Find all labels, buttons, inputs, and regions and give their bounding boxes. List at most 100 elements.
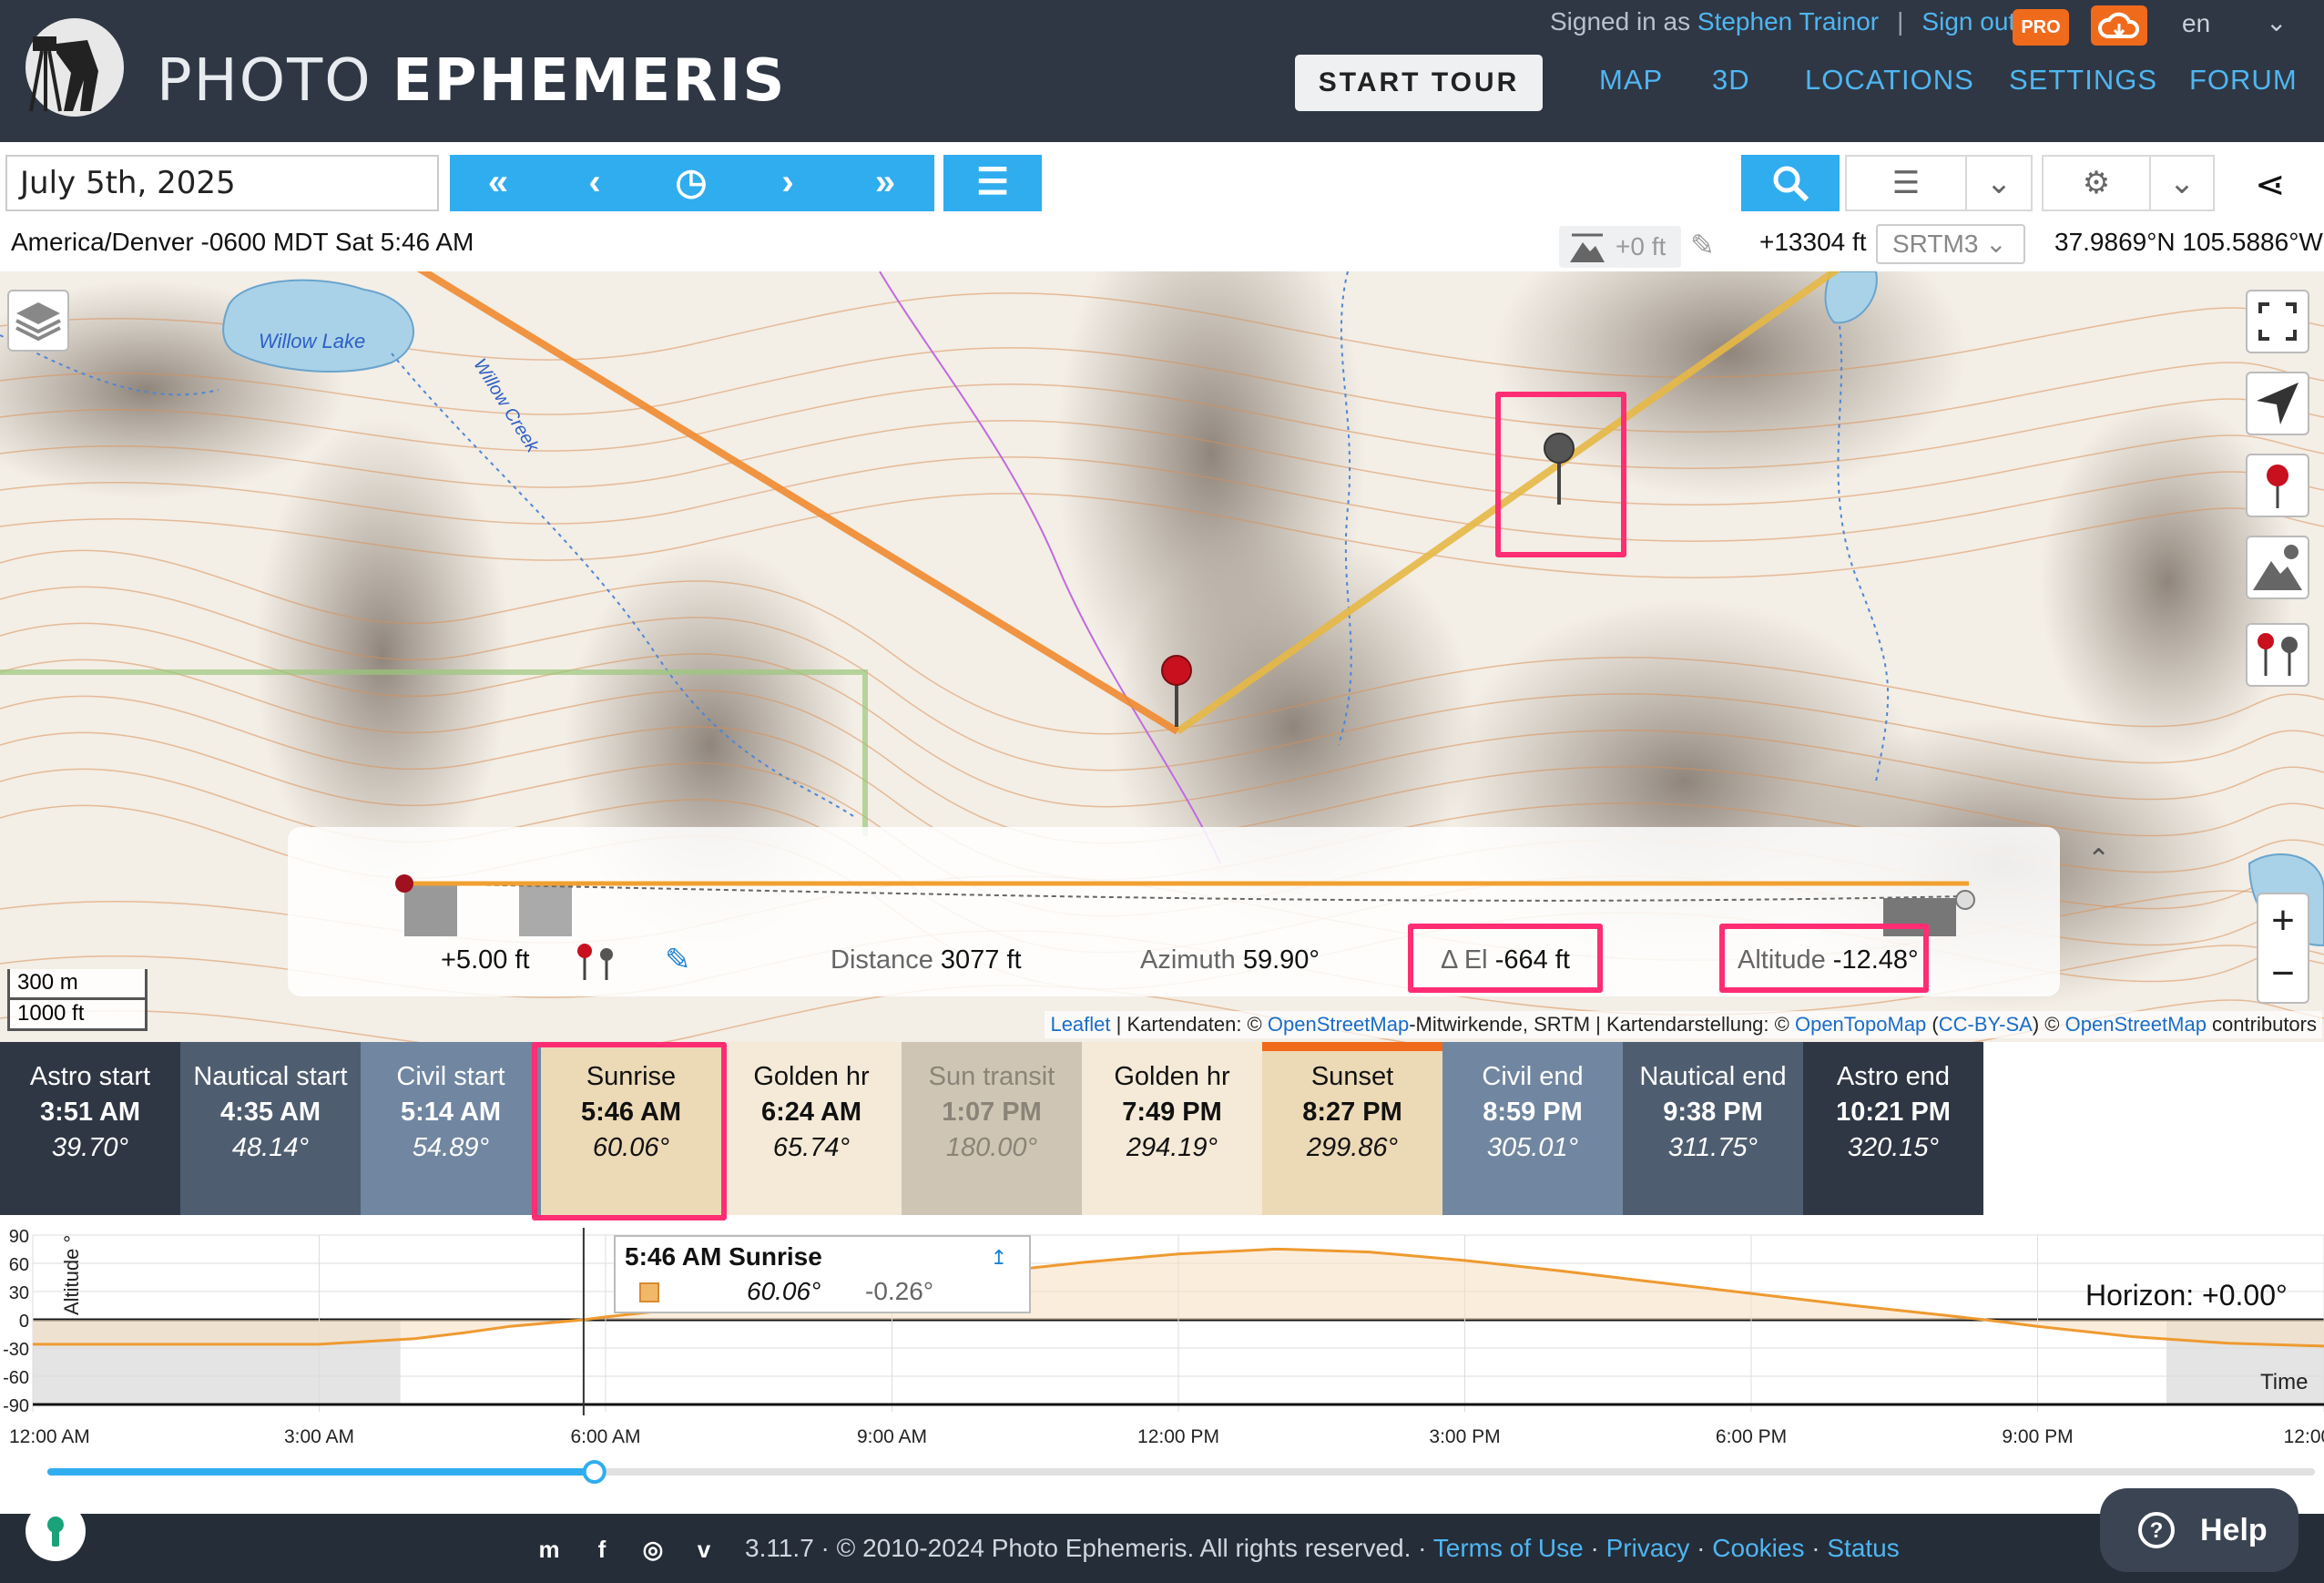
event-name: Astro start bbox=[29, 1062, 151, 1091]
fast-back-icon: « bbox=[487, 162, 509, 202]
chevron-down-icon: ⌄ bbox=[2168, 166, 2196, 200]
chart-tooltip: 5:46 AM Sunrise ↥ 60.06° -0.26° bbox=[614, 1235, 1031, 1313]
terms-link[interactable]: Terms of Use bbox=[1433, 1534, 1584, 1562]
cloud-sync-button[interactable] bbox=[2091, 5, 2147, 46]
fullscreen-button[interactable] bbox=[2246, 290, 2309, 353]
user-name-link[interactable]: Stephen Trainor bbox=[1697, 7, 1879, 36]
edit-profile-icon[interactable]: ✎ bbox=[665, 942, 691, 978]
event-tile-astro-end[interactable]: Astro end 10:21 PM 320.15° bbox=[1803, 1042, 1983, 1215]
layers-dropdown[interactable]: ⌄ bbox=[1965, 155, 2033, 211]
settings-dropdown[interactable]: ⌄ bbox=[2149, 155, 2215, 211]
collapse-profile-icon[interactable]: ⌃ bbox=[2087, 843, 2110, 875]
vimeo-icon[interactable]: v bbox=[688, 1534, 719, 1565]
date-input[interactable]: July 5th, 2025 bbox=[5, 155, 439, 211]
step-back-button[interactable]: ‹ bbox=[546, 155, 643, 211]
osm-contributors-link[interactable]: OpenStreetMap bbox=[2065, 1013, 2207, 1036]
zoom-out-button[interactable]: − bbox=[2258, 947, 2308, 1000]
mountain-pin-tool[interactable] bbox=[2246, 536, 2309, 599]
app-title: PHOTO EPHEMERIS bbox=[157, 47, 787, 115]
tooltip-azimuth: 60.06° bbox=[747, 1277, 821, 1305]
zoom-in-button[interactable]: + bbox=[2258, 894, 2308, 947]
layers-control[interactable] bbox=[7, 290, 69, 352]
event-time: 1:07 PM bbox=[942, 1098, 1042, 1127]
edit-elevation-icon[interactable]: ✎ bbox=[1690, 228, 1715, 262]
lock-button[interactable] bbox=[25, 1501, 86, 1561]
event-name: Golden hr bbox=[753, 1062, 870, 1091]
facebook-icon[interactable]: f bbox=[586, 1534, 617, 1565]
settings-button[interactable]: ⚙ bbox=[2042, 155, 2151, 211]
x-tick-label: 12:00 AM bbox=[2284, 1426, 2324, 1447]
nav-settings[interactable]: SETTINGS bbox=[2009, 64, 2157, 97]
nav-forum[interactable]: FORUM bbox=[2189, 64, 2298, 97]
event-tile-civil-end[interactable]: Civil end 8:59 PM 305.01° bbox=[1442, 1042, 1623, 1215]
event-tile-astro-start[interactable]: Astro start 3:51 AM 39.70° bbox=[0, 1042, 180, 1215]
license-link[interactable]: CC-BY-SA bbox=[1939, 1013, 2033, 1036]
primary-pin-tool[interactable] bbox=[2246, 454, 2309, 517]
event-tile-nautical-start[interactable]: Nautical start 4:35 AM 48.14° bbox=[180, 1042, 361, 1215]
start-tour-button[interactable]: START TOUR bbox=[1295, 55, 1543, 111]
osm-link[interactable]: OpenStreetMap bbox=[1268, 1013, 1409, 1036]
layers-list-button[interactable]: ☰ bbox=[1845, 155, 1967, 211]
step-forward-button[interactable]: › bbox=[739, 155, 836, 211]
horizon-label: Horizon: +0.00° bbox=[2085, 1279, 2288, 1312]
sunset-indicator-bar bbox=[1262, 1042, 1442, 1051]
mastodon-icon[interactable]: m bbox=[534, 1534, 565, 1565]
event-time: 3:51 AM bbox=[39, 1098, 141, 1127]
event-tile-sunset[interactable]: Sunset 8:27 PM 299.86° bbox=[1262, 1042, 1442, 1215]
cookies-link[interactable]: Cookies bbox=[1712, 1534, 1804, 1562]
sign-out-link[interactable]: Sign out bbox=[1921, 7, 2015, 36]
y-tick-label: -90 bbox=[3, 1396, 29, 1416]
pro-badge[interactable]: PRO bbox=[2013, 9, 2069, 46]
pin-tooltip-icon[interactable]: ↥ bbox=[991, 1246, 1007, 1270]
share-icon[interactable]: ⋖ bbox=[2255, 164, 2286, 206]
language-selector[interactable]: en bbox=[2182, 9, 2210, 38]
height-offset-value[interactable]: +5.00 ft bbox=[441, 945, 530, 975]
leaflet-link[interactable]: Leaflet bbox=[1050, 1013, 1110, 1036]
event-name: Sun transit bbox=[928, 1062, 1055, 1091]
help-button[interactable]: ? Help bbox=[2100, 1488, 2299, 1572]
sun-events-strip: Astro start 3:51 AM 39.70° Nautical start 4:… bbox=[0, 1042, 1983, 1220]
search-button[interactable] bbox=[1741, 155, 1840, 211]
zoom-control[interactable]: + − bbox=[2257, 893, 2309, 1004]
instagram-icon[interactable]: ◎ bbox=[637, 1534, 668, 1565]
nav-locations[interactable]: LOCATIONS bbox=[1805, 64, 1974, 97]
y-tick-label: -30 bbox=[3, 1340, 29, 1360]
list-icon: ☰ bbox=[976, 162, 1009, 202]
two-pin-tool[interactable] bbox=[2246, 623, 2309, 687]
profile-graph bbox=[395, 874, 1975, 936]
now-button[interactable]: ◷ bbox=[643, 155, 739, 211]
nav-map[interactable]: MAP bbox=[1599, 64, 1663, 97]
event-name: Nautical start bbox=[193, 1062, 348, 1091]
fast-back-button[interactable]: « bbox=[450, 155, 546, 211]
event-tile-golden-hr[interactable]: Golden hr 6:24 AM 65.74° bbox=[721, 1042, 902, 1215]
event-tile-civil-start[interactable]: Civil start 5:14 AM 54.89° bbox=[361, 1042, 541, 1215]
event-azimuth: 54.89° bbox=[412, 1133, 490, 1162]
status-link[interactable]: Status bbox=[1827, 1534, 1899, 1562]
altitude-chart-svg[interactable]: 90 60 30 0 -30 -60 -90 12:00 AM 3:00 AM 6:00 AM 9:… bbox=[0, 1215, 2324, 1516]
privacy-link[interactable]: Privacy bbox=[1606, 1534, 1690, 1562]
event-azimuth: 299.86° bbox=[1306, 1133, 1399, 1162]
clock-icon: ◷ bbox=[675, 162, 708, 202]
time-slider-handle[interactable] bbox=[582, 1460, 606, 1484]
lake-label: Willow Lake bbox=[259, 330, 366, 352]
chevron-down-icon[interactable]: ⌄ bbox=[2266, 7, 2287, 37]
elevation-value: +13304 ft bbox=[1759, 228, 1867, 256]
locate-button[interactable] bbox=[2246, 372, 2309, 435]
altitude-chart[interactable]: 90 60 30 0 -30 -60 -90 12:00 AM 3:00 AM 6:00 AM 9:… bbox=[0, 1215, 2324, 1516]
fullscreen-icon bbox=[2258, 302, 2297, 341]
list-button[interactable]: ☰ bbox=[943, 155, 1042, 211]
pin-pair-icon[interactable] bbox=[572, 940, 617, 984]
event-time: 6:24 AM bbox=[760, 1098, 862, 1127]
opentopomap-link[interactable]: OpenTopoMap bbox=[1795, 1013, 1926, 1036]
elevation-profile-panel[interactable]: ⌃ +5.00 ft ✎ Distance 3077 ft Azimuth 59… bbox=[288, 827, 2110, 996]
nav-3d[interactable]: 3D bbox=[1712, 64, 1750, 97]
map-canvas[interactable]: Willow Lake Willow Creek ⌃ +5.00 ft ✎ Di… bbox=[0, 271, 2324, 1042]
x-tick-label: 9:00 PM bbox=[2002, 1426, 2073, 1447]
event-tile-nautical-end[interactable]: Nautical end 9:38 PM 311.75° bbox=[1623, 1042, 1803, 1215]
event-tile-sun-transit[interactable]: Sun transit 1:07 PM 180.00° bbox=[902, 1042, 1082, 1215]
dem-source-select[interactable]: SRTM3 ⌄ bbox=[1876, 224, 2025, 264]
highlight-delta-el bbox=[1408, 924, 1603, 993]
fast-forward-button[interactable]: » bbox=[836, 155, 934, 211]
highlight-sunrise-tile bbox=[532, 1042, 727, 1220]
event-tile-golden-hr[interactable]: Golden hr 7:49 PM 294.19° bbox=[1082, 1042, 1262, 1215]
